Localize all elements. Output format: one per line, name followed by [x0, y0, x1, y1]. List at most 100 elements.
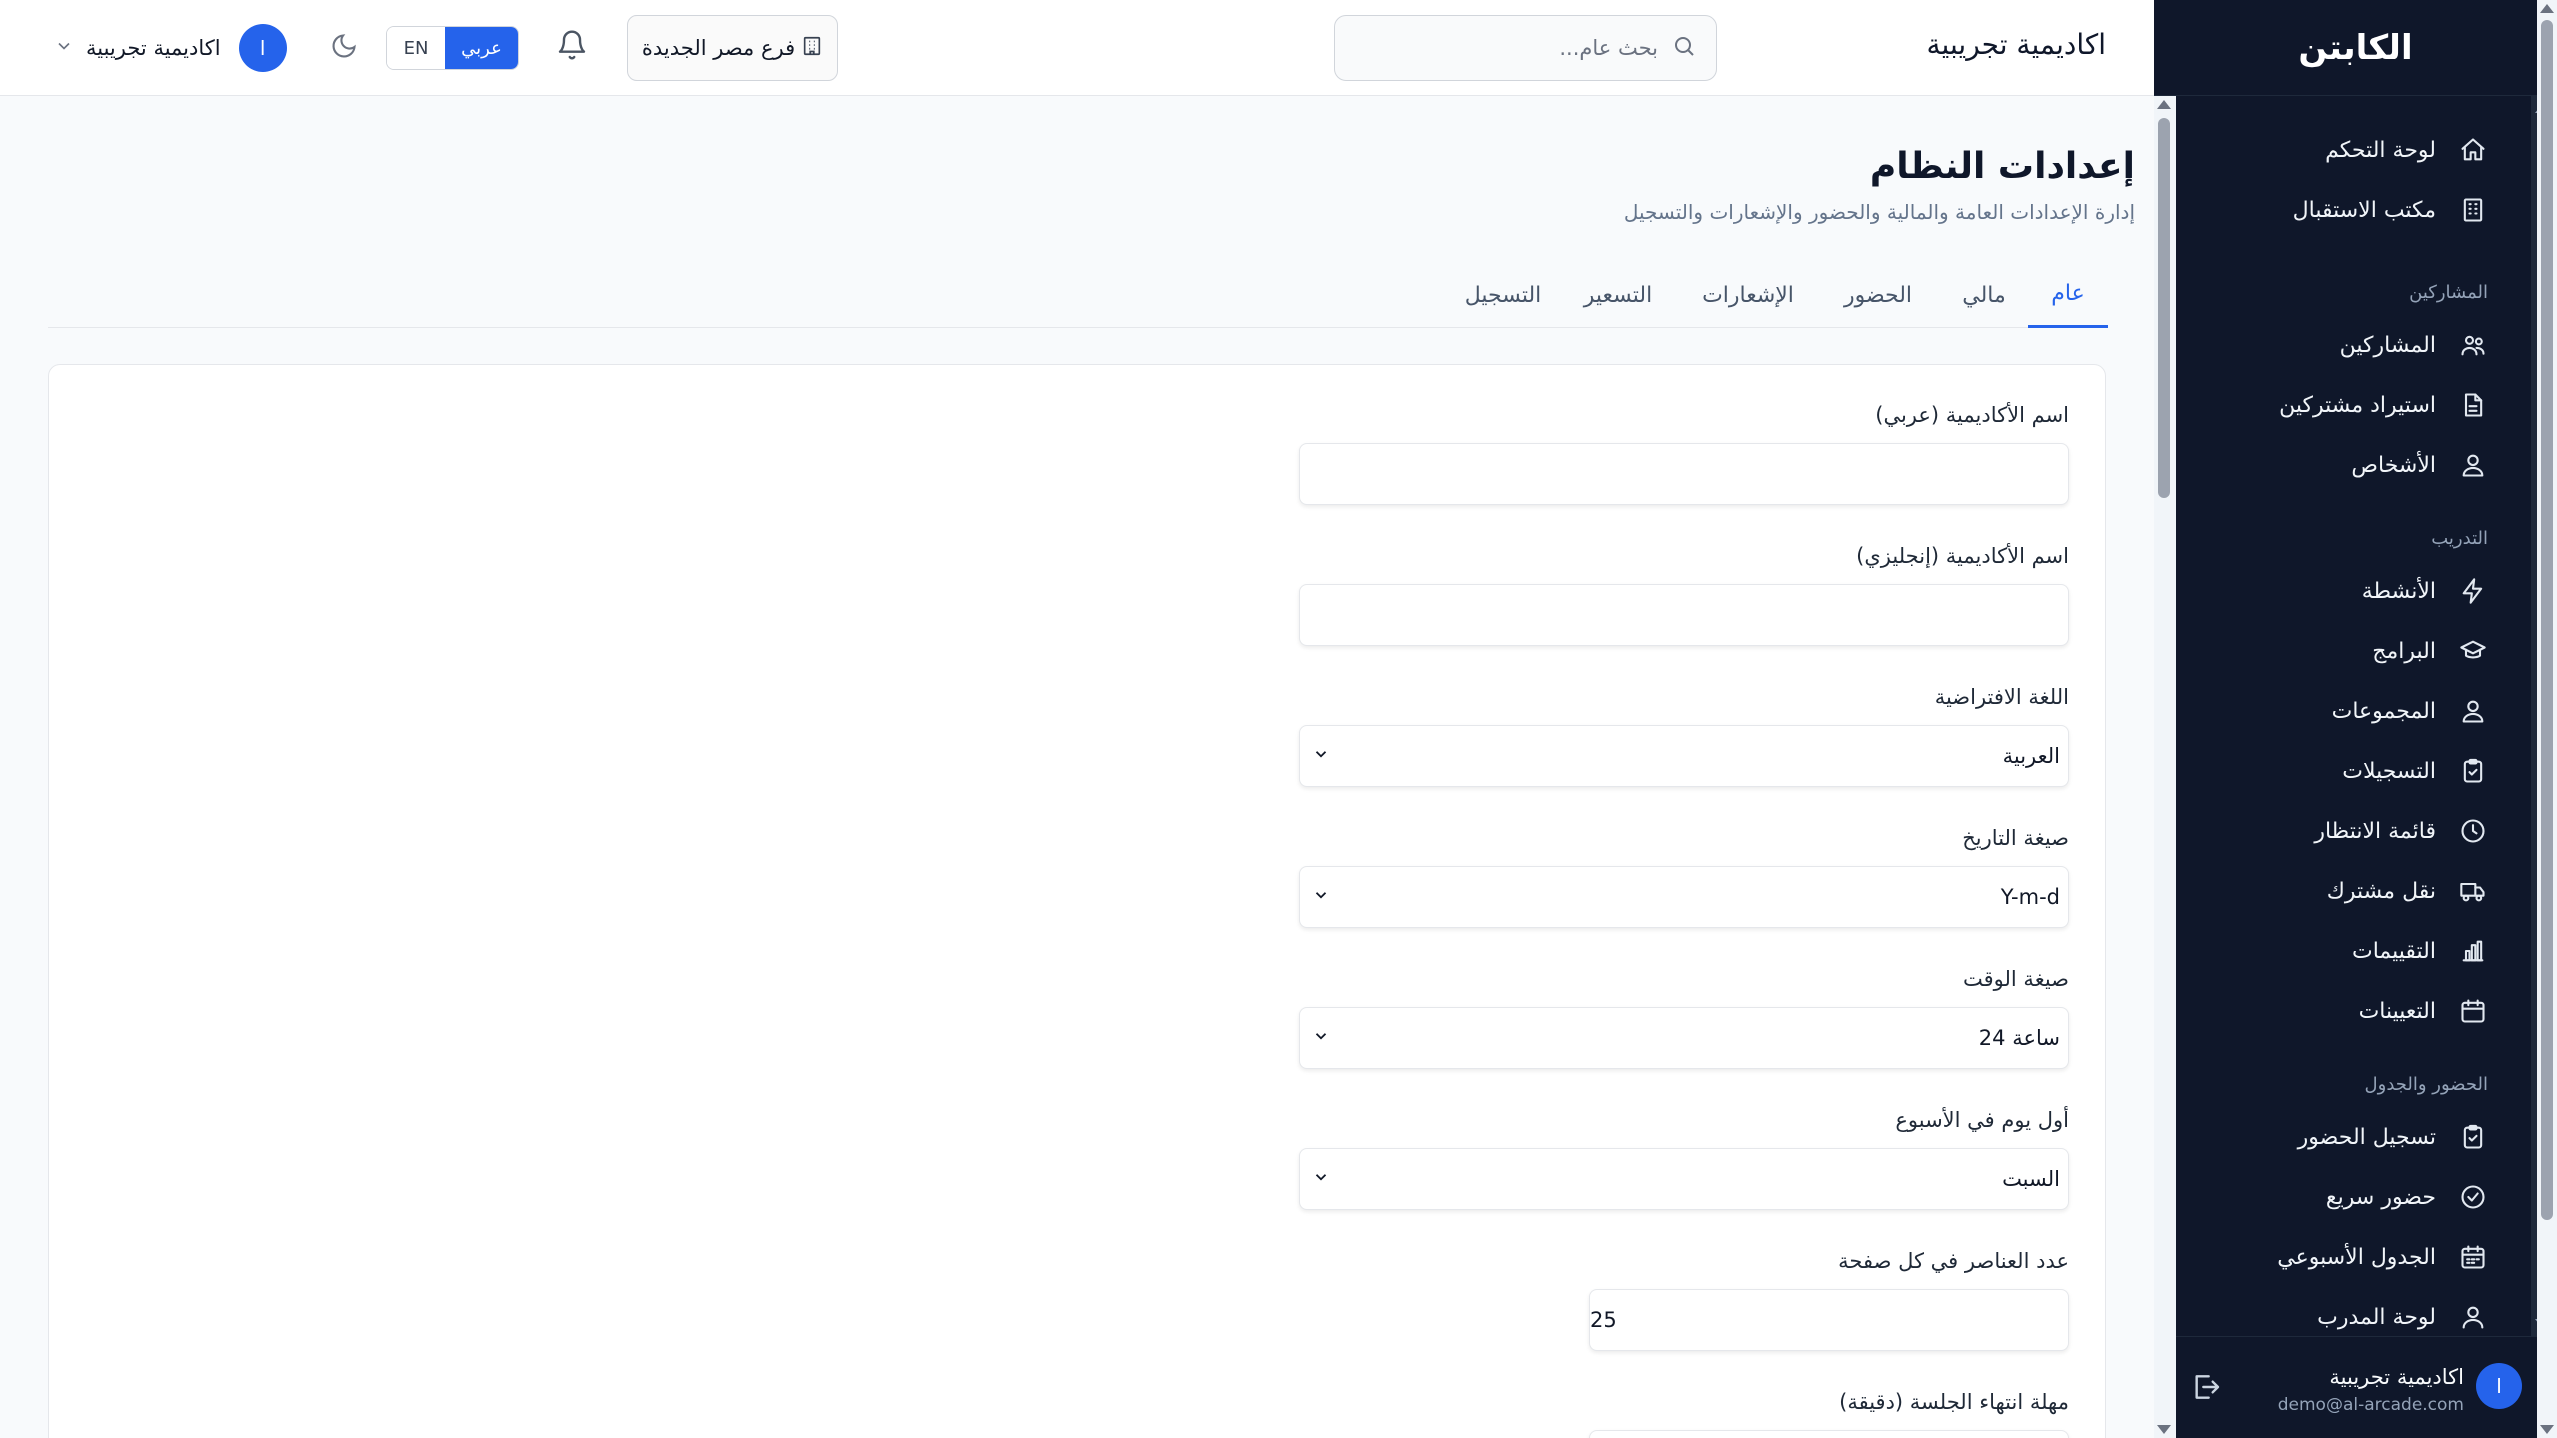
sidebar-item-attendance-log[interactable]: تسجيل الحضور	[2154, 1110, 2534, 1164]
avatar: ا	[2476, 1363, 2522, 1409]
user-name: اكاديمية تجريبية	[86, 36, 221, 60]
sidebar-item-label: لوحة المدرب	[2317, 1304, 2436, 1330]
per-page-label: عدد العناصر في كل صفحة	[1838, 1249, 2069, 1273]
time-format-select[interactable]: 24 ساعة	[1299, 1007, 2069, 1069]
sidebar-item-label: قائمة الانتظار	[2314, 818, 2436, 844]
sidebar-item-label: التقييمات	[2352, 938, 2436, 964]
sidebar-item-activities[interactable]: الأنشطة	[2154, 564, 2534, 618]
sidebar-item-groups[interactable]: المجموعات	[2154, 684, 2534, 738]
people-icon	[2458, 450, 2488, 480]
tab-financial[interactable]: مالي	[1948, 262, 2020, 328]
user-icon	[2458, 1302, 2488, 1332]
sidebar-item-evaluations[interactable]: التقييمات	[2154, 924, 2534, 978]
sidebar-item-coach-board[interactable]: لوحة المدرب	[2154, 1290, 2534, 1336]
bar-chart-icon	[2458, 936, 2488, 966]
branch-selector[interactable]: فرع مصر الجديدة	[627, 15, 838, 81]
section-training: التدريب	[2431, 528, 2488, 549]
scroll-up-arrow-icon[interactable]	[2157, 100, 2171, 109]
sidebar-item-weekly-schedule[interactable]: الجدول الأسبوعي	[2154, 1230, 2534, 1284]
moon-icon[interactable]	[330, 32, 360, 62]
calendar-grid-icon	[2458, 1242, 2488, 1272]
sidebar-item-programs[interactable]: البرامج	[2154, 624, 2534, 678]
sidebar-item-label: تسجيل الحضور	[2297, 1124, 2436, 1150]
sidebar-item-registrations[interactable]: التسجيلات	[2154, 744, 2534, 798]
lang-ar-button[interactable]: عربي	[445, 27, 518, 69]
lightning-icon	[2458, 576, 2488, 606]
group-icon	[2458, 696, 2488, 726]
chevron-down-icon	[54, 36, 74, 60]
session-timeout-input[interactable]	[1589, 1430, 2069, 1438]
language-value: العربية	[2002, 744, 2060, 768]
sidebar-footer: اكاديمية تجريبية demo@al-arcade.com ا	[2154, 1336, 2557, 1438]
academy-title: اكاديمية تجريبية	[1926, 28, 2106, 61]
truck-icon	[2458, 876, 2488, 906]
footer-user-email: demo@al-arcade.com	[2277, 1395, 2464, 1415]
file-icon	[2458, 390, 2488, 420]
sidebar-item-label: الأنشطة	[2361, 578, 2436, 604]
chevron-down-icon	[1312, 745, 1330, 767]
sidebar-item-label: مكتب الاستقبال	[2292, 197, 2436, 223]
language-label: اللغة الافتراضية	[1934, 685, 2069, 709]
date-format-select[interactable]: Y-m-d	[1299, 866, 2069, 928]
settings-tabs: عام مالي الحضور الإشعارات التسعير التسجي…	[48, 262, 2108, 328]
window-scrollbar[interactable]	[2537, 0, 2557, 1438]
user-menu[interactable]: اكاديمية تجريبية ا	[54, 22, 287, 74]
building-icon	[2458, 195, 2488, 225]
name-en-field[interactable]	[1299, 584, 2069, 646]
sidebar-item-label: المشاركين	[2339, 332, 2436, 358]
chevron-down-icon	[1312, 886, 1330, 908]
sidebar-nav: لوحة التحكم مكتب الاستقبال المشاركين الم…	[2154, 100, 2534, 1336]
sidebar-item-reception[interactable]: مكتب الاستقبال	[2154, 183, 2534, 237]
scroll-down-arrow-icon[interactable]	[2157, 1425, 2171, 1434]
clipboard-check-icon	[2458, 756, 2488, 786]
sidebar-item-people[interactable]: الأشخاص	[2154, 438, 2534, 492]
date-format-value: Y-m-d	[2000, 885, 2060, 909]
scrollbar-thumb[interactable]	[2541, 20, 2553, 1220]
week-start-select[interactable]: السبت	[1299, 1148, 2069, 1210]
time-format-value: 24 ساعة	[1978, 1026, 2060, 1050]
language-select[interactable]: العربية	[1299, 725, 2069, 787]
date-format-label: صيغة التاريخ	[1962, 826, 2069, 850]
sidebar-item-label: الجدول الأسبوعي	[2277, 1244, 2436, 1270]
scroll-up-arrow-icon[interactable]	[2540, 4, 2554, 13]
search-icon	[1672, 34, 1696, 62]
sidebar-item-label: المجموعات	[2331, 698, 2436, 724]
per-page-input[interactable]: 25	[1589, 1289, 2069, 1351]
sidebar-item-waitlist[interactable]: قائمة الانتظار	[2154, 804, 2534, 858]
scrollbar-thumb[interactable]	[2158, 118, 2170, 498]
bell-icon[interactable]	[556, 28, 590, 64]
sidebar-item-label: الأشخاص	[2351, 452, 2436, 478]
language-toggle[interactable]: EN عربي	[386, 26, 519, 70]
sidebar-item-transfer[interactable]: نقل مشترك	[2154, 864, 2534, 918]
week-start-label: أول يوم في الأسبوع	[1895, 1108, 2069, 1132]
top-header: اكاديمية تجريبية ا EN عربي فرع مصر الجدي…	[0, 0, 2154, 96]
section-attendance-schedule: الحضور والجدول	[2364, 1074, 2488, 1095]
sidebar-item-import[interactable]: استيراد مشتركين	[2154, 378, 2534, 432]
building-icon	[801, 35, 823, 62]
graduation-cap-icon	[2458, 636, 2488, 666]
check-circle-icon	[2458, 1182, 2488, 1212]
page-title: إعدادات النظام	[1869, 146, 2135, 187]
tab-registration[interactable]: التسجيل	[1453, 262, 1553, 328]
tab-notifications[interactable]: الإشعارات	[1688, 262, 1808, 328]
tab-general[interactable]: عام	[2028, 262, 2108, 328]
sidebar-item-dashboard[interactable]: لوحة التحكم	[2154, 123, 2534, 177]
chevron-down-icon	[1312, 1027, 1330, 1049]
sidebar-item-label: البرامج	[2372, 638, 2436, 664]
sidebar-item-label: نقل مشترك	[2326, 878, 2436, 904]
page-subtitle: إدارة الإعدادات العامة والمالية والحضور …	[1623, 200, 2135, 224]
sidebar-item-participants[interactable]: المشاركين	[2154, 318, 2534, 372]
sidebar-item-quick-attendance[interactable]: حضور سريع	[2154, 1170, 2534, 1224]
global-search[interactable]	[1334, 15, 1717, 81]
scroll-down-arrow-icon[interactable]	[2540, 1425, 2554, 1434]
tab-attendance[interactable]: الحضور	[1833, 262, 1923, 328]
sidebar-item-label: استيراد مشتركين	[2279, 392, 2436, 418]
content-scrollbar[interactable]	[2154, 96, 2176, 1438]
search-input[interactable]	[1358, 36, 1658, 60]
lang-en-button[interactable]: EN	[387, 27, 445, 69]
name-ar-field[interactable]	[1299, 443, 2069, 505]
tab-pricing[interactable]: التسعير	[1573, 262, 1663, 328]
footer-user-name: اكاديمية تجريبية	[2329, 1365, 2464, 1389]
sidebar-item-label: التسجيلات	[2342, 758, 2436, 784]
sidebar-item-assignments[interactable]: التعيينات	[2154, 984, 2534, 1038]
